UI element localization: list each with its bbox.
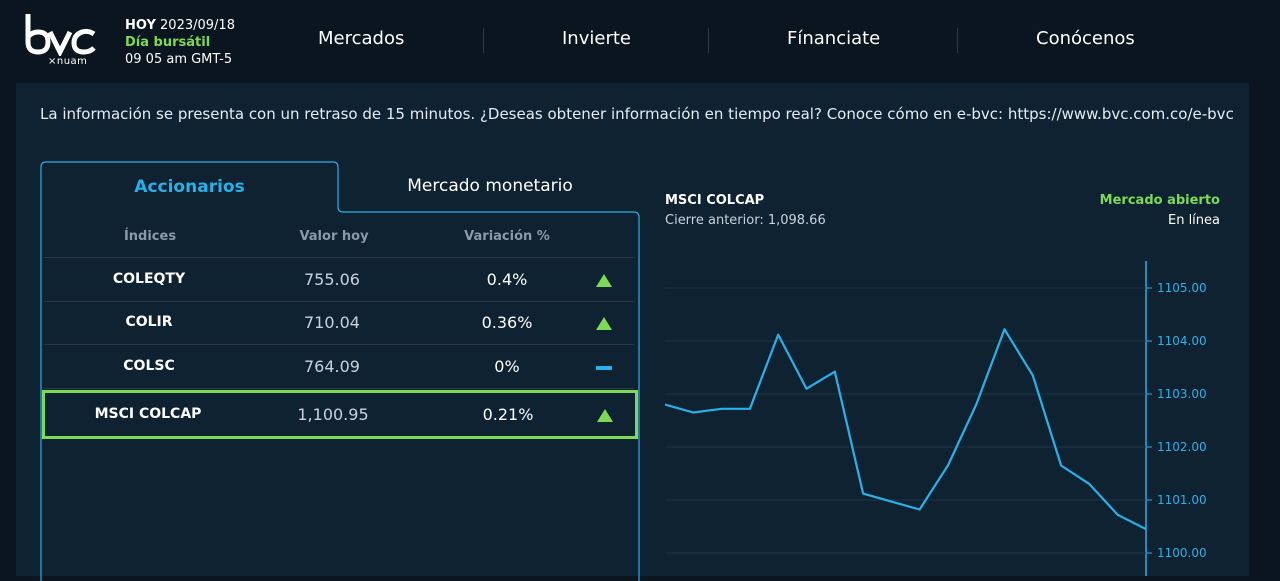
nav-divider: [957, 28, 958, 53]
data-point[interactable]: [1058, 463, 1064, 469]
data-point[interactable]: [690, 410, 696, 416]
main-panel: La información se presenta con un retras…: [16, 83, 1249, 581]
market-status-block: HOY 2023/09/18 Día bursátil 09 05 am GMT…: [125, 17, 235, 68]
bvc-logo-icon: [25, 14, 96, 56]
nav-financiate[interactable]: Fínanciate: [787, 28, 880, 49]
hoy-label: HOY: [125, 18, 156, 33]
y-tick-label: 1103.00: [1157, 387, 1207, 401]
colcap-line-chart[interactable]: 1105.00 1104.00 1103.00 1102.00 1101.00 1100.…: [665, 253, 1249, 576]
table-row-selected[interactable]: MSCI COLCAP 1,100.95 0.21%: [42, 390, 638, 439]
y-tick-label: 1102.00: [1157, 440, 1207, 454]
flat-dash-icon: [589, 345, 619, 388]
data-point[interactable]: [1086, 481, 1092, 487]
data-point[interactable]: [804, 386, 810, 392]
prev-close: Cierre anterior: 1,098.66: [665, 213, 826, 228]
y-tick-label: 1104.00: [1157, 334, 1207, 348]
table-row[interactable]: COLSC 764.09 0%: [44, 345, 634, 389]
table-row[interactable]: COLEQTY 755.06 0.4%: [44, 257, 634, 302]
bvc-logo[interactable]: ×nuam: [24, 12, 100, 72]
date-line: HOY 2023/09/18: [125, 17, 235, 34]
y-tick-label: 1101.00: [1157, 493, 1207, 507]
up-arrow-icon: [589, 301, 619, 344]
data-point[interactable]: [719, 406, 725, 412]
data-point[interactable]: [665, 402, 668, 408]
data-point[interactable]: [775, 332, 781, 338]
col-header-indices: Índices: [123, 229, 177, 244]
chart-title: MSCI COLCAP: [665, 193, 765, 208]
index-name: COLSC: [123, 358, 175, 374]
market-open-status: Mercado abierto: [1099, 193, 1220, 208]
nav-conocenos[interactable]: Conócenos: [1036, 28, 1135, 49]
data-point[interactable]: [1002, 326, 1008, 332]
data-point[interactable]: [888, 499, 894, 505]
index-variation: 0%: [494, 357, 520, 376]
data-point[interactable]: [860, 491, 866, 497]
data-point[interactable]: [1030, 373, 1036, 379]
tab-mercado-monetario[interactable]: Mercado monetario: [340, 161, 640, 211]
trading-day-label: Día bursátil: [125, 35, 211, 50]
index-name: MSCI COLCAP: [94, 406, 202, 422]
table-row[interactable]: COLIR 710.04 0.36%: [44, 301, 634, 345]
index-variation: 0.4%: [486, 270, 528, 289]
index-name: COLEQTY: [112, 271, 186, 287]
y-tick-label: 1105.00: [1157, 281, 1207, 295]
connection-status: En línea: [1167, 213, 1220, 228]
data-point[interactable]: [1115, 512, 1121, 518]
up-arrow-icon: [589, 258, 619, 301]
date-value: 2023/09/18: [160, 18, 235, 33]
y-tick-label: 1100.00: [1157, 546, 1207, 560]
data-point[interactable]: [1143, 526, 1149, 532]
data-point[interactable]: [973, 402, 979, 408]
top-header: ×nuam HOY 2023/09/18 Día bursátil 09 05 …: [0, 0, 1280, 83]
index-value: 710.04: [304, 313, 360, 332]
col-header-valor: Valor hoy: [299, 229, 369, 244]
col-header-variacion: Variación %: [464, 229, 550, 244]
index-value: 1,100.95: [297, 405, 369, 424]
index-variation: 0.36%: [481, 313, 533, 332]
nav-invierte[interactable]: Invierte: [562, 28, 631, 49]
nav-divider: [483, 28, 484, 53]
data-point[interactable]: [832, 369, 838, 375]
tab-accionarios[interactable]: Accionarios: [40, 161, 339, 213]
data-point[interactable]: [945, 463, 951, 469]
index-variation: 0.21%: [482, 405, 534, 424]
index-value: 755.06: [304, 270, 360, 289]
delay-notice: La información se presenta con un retras…: [40, 105, 1234, 123]
data-point[interactable]: [747, 406, 753, 412]
colcap-series-line[interactable]: [665, 328, 1147, 531]
logo-tag: ×nuam: [48, 56, 88, 67]
up-arrow-icon: [590, 393, 620, 436]
nav-mercados[interactable]: Mercados: [318, 28, 404, 49]
time-value: 09 05 am GMT-5: [125, 52, 233, 67]
data-point[interactable]: [917, 507, 923, 513]
nav-divider: [708, 28, 709, 53]
index-name: COLIR: [125, 314, 173, 330]
indices-tabs: Accionarios Mercado monetario Índices Va…: [40, 161, 640, 581]
index-value: 764.09: [304, 357, 360, 376]
